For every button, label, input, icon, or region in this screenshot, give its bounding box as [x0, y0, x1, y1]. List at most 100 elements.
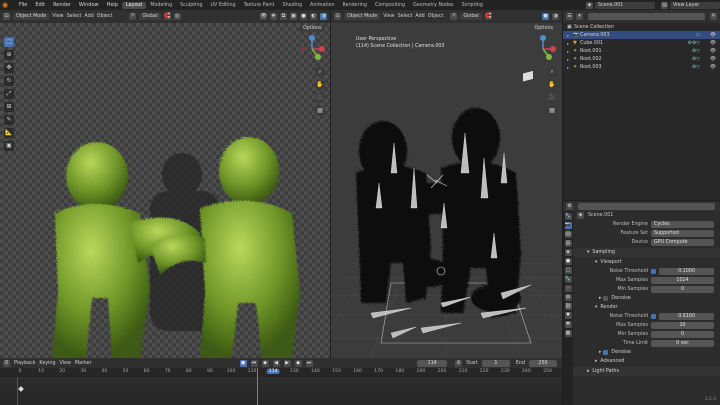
playhead-line[interactable] — [257, 368, 258, 405]
shading-rendered-icon-2[interactable]: ◑ — [552, 13, 559, 20]
viewport-subpanel-header[interactable]: ▾ Viewport — [573, 258, 720, 267]
render-tab-icon[interactable]: 📷 — [564, 222, 572, 229]
viewport-left-rendered[interactable]: ⬚ ⊕ ✥ ↻ ⤢ ⊞ ✎ 📐 ▣ ⌕ ✋ 🎥 ▦ — [0, 23, 330, 358]
outliner-search-input[interactable] — [588, 13, 705, 20]
grid-toggle-icon-2[interactable]: ▦ — [547, 106, 557, 116]
shading-solid-icon[interactable]: ● — [300, 13, 307, 20]
workspace-tab-rendering[interactable]: Rendering — [339, 2, 372, 9]
mode-dropdown[interactable]: Object Mode — [13, 13, 50, 20]
camera-view-icon[interactable]: 🎥 — [315, 93, 325, 103]
r-min-samples-field[interactable]: 0 — [651, 331, 714, 338]
cursor-tool-icon[interactable]: ⊕ — [4, 50, 14, 60]
menu-file[interactable]: File — [15, 2, 31, 8]
snap-icon-2[interactable]: 🧲 — [484, 13, 492, 20]
menu-object-2[interactable]: Object — [428, 14, 444, 19]
vp-max-samples-field[interactable]: 1024 — [651, 277, 714, 284]
view-layer-tab-icon[interactable]: ▤ — [564, 240, 572, 247]
end-frame-field[interactable]: 250 — [529, 359, 557, 367]
annotate-tool-icon[interactable]: ✎ — [4, 115, 14, 125]
eye-icon[interactable]: 👁 — [710, 57, 716, 62]
eye-icon[interactable]: 👁 — [710, 49, 716, 54]
feature-set-dropdown[interactable]: Supported — [651, 230, 714, 237]
physics-tab-icon[interactable]: ◍ — [564, 294, 572, 301]
workspace-tab-layout[interactable]: Layout — [122, 1, 147, 9]
device-dropdown[interactable]: GPU Compute — [651, 239, 714, 246]
light-paths-panel-header[interactable]: ▸ Light Paths — [573, 367, 720, 376]
editor-type-icon-2[interactable]: ⊡ — [334, 13, 341, 20]
orientation-dropdown-2[interactable]: Global — [460, 13, 482, 20]
properties-search-input[interactable] — [578, 202, 715, 210]
measure-tool-icon[interactable]: 📐 — [4, 128, 14, 138]
select-box-tool-icon[interactable]: ⬚ — [4, 37, 14, 47]
r-noise-checkbox[interactable] — [651, 314, 656, 319]
proportional-edit-icon[interactable]: ◎ — [173, 13, 181, 20]
visibility-icon[interactable]: 👁 — [260, 13, 267, 20]
vp-min-samples-field[interactable]: 0 — [651, 286, 714, 293]
xray-icon[interactable]: ▣ — [290, 13, 297, 20]
clock-icon[interactable]: ⏲ — [455, 359, 463, 367]
world-tab-icon[interactable]: ● — [564, 258, 572, 265]
modifier-tab-icon[interactable]: 🔧 — [564, 276, 572, 283]
shading-material-icon[interactable]: ◐ — [310, 13, 317, 20]
rotate-tool-icon[interactable]: ↻ — [4, 76, 14, 86]
vp-noise-field[interactable]: 0.1000 — [659, 268, 714, 275]
workspace-tab-shading[interactable]: Shading — [279, 2, 307, 9]
menu-window[interactable]: Window — [75, 2, 103, 8]
sampling-panel-header[interactable]: ▾ Sampling — [573, 248, 720, 257]
hand-pan-icon[interactable]: ✋ — [315, 80, 325, 90]
properties-editor-icon[interactable]: ⚙ — [566, 202, 573, 210]
options-dropdown-left[interactable]: Options — [300, 25, 325, 32]
shading-solid-icon-2[interactable]: ● — [542, 13, 549, 20]
eye-icon[interactable]: 👁 — [710, 65, 716, 70]
menu-keying[interactable]: Keying — [39, 361, 55, 366]
grid-toggle-icon[interactable]: ▦ — [315, 106, 325, 116]
record-icon[interactable]: ● — [239, 359, 247, 367]
r-noise-field[interactable]: 0.0100 — [659, 313, 714, 320]
workspace-tab-geometry-nodes[interactable]: Geometry Nodes — [409, 2, 457, 9]
hand-pan-icon-2[interactable]: ✋ — [547, 80, 557, 90]
menu-view-timeline[interactable]: View — [60, 361, 71, 366]
timeline-editor-icon[interactable]: ⏱ — [3, 359, 10, 367]
zoom-icon[interactable]: ⌕ — [315, 67, 325, 77]
play-icon[interactable]: ▶ — [283, 359, 291, 367]
navigation-gizmo[interactable] — [298, 35, 326, 63]
vp-denoise-subpanel[interactable]: ▸ Denoise — [573, 294, 720, 303]
outliner-row-root3[interactable]: ▸ ✦ Root.003 ⚙▽ 👁 — [563, 63, 720, 71]
filter-icon[interactable]: ▾ — [576, 13, 583, 20]
particles-tab-icon[interactable]: ⁘ — [564, 285, 572, 292]
eye-icon[interactable]: 👁 — [710, 41, 716, 46]
render-engine-dropdown[interactable]: Cycles — [651, 221, 714, 228]
funnel-icon[interactable]: ⚲ — [710, 13, 717, 20]
menu-object[interactable]: Object — [97, 14, 113, 19]
editor-type-icon[interactable]: ⊡ — [3, 13, 10, 20]
menu-select[interactable]: Select — [67, 14, 82, 19]
menu-add[interactable]: Add — [84, 14, 93, 19]
zoom-icon-2[interactable]: ⌕ — [547, 67, 557, 77]
move-tool-icon[interactable]: ✥ — [4, 63, 14, 73]
menu-edit[interactable]: Edit — [31, 2, 49, 8]
workspace-tab-compositing[interactable]: Compositing — [371, 2, 409, 9]
workspace-tab-animation[interactable]: Animation — [306, 2, 338, 9]
overlay-icon[interactable]: ⧉ — [280, 13, 287, 20]
menu-render[interactable]: Render — [49, 2, 75, 8]
data-tab-icon[interactable]: ▼ — [564, 312, 572, 319]
advanced-subpanel-header[interactable]: ▸ Advanced — [573, 357, 720, 366]
shading-rendered-icon[interactable]: ◑ — [320, 13, 327, 20]
start-frame-field[interactable]: 1 — [481, 359, 510, 367]
scene-tab-icon[interactable]: ◈ — [564, 249, 572, 256]
material-tab-icon[interactable]: ◓ — [564, 321, 572, 328]
transform-orientation-icon[interactable]: ⤧ — [129, 13, 137, 20]
outliner-editor-icon[interactable]: ☰ — [566, 13, 573, 20]
vp-denoise-checkbox[interactable] — [603, 296, 609, 301]
r-denoise-checkbox[interactable] — [603, 350, 609, 355]
view-layer-selector[interactable]: View Layer — [670, 1, 720, 9]
eye-icon[interactable]: 👁 — [710, 33, 716, 38]
workspace-tab-sculpting[interactable]: Sculpting — [176, 2, 206, 9]
menu-view[interactable]: View — [52, 14, 63, 19]
outliner-row-camera[interactable]: ▸ 📷 Camera.003 ▭ 👁 — [563, 31, 720, 39]
workspace-tab-texture-paint[interactable]: Texture Paint — [240, 2, 279, 9]
workspace-tab-uv-editing[interactable]: UV Editing — [207, 2, 240, 9]
snap-icon[interactable]: 🧲 — [163, 13, 171, 20]
menu-help[interactable]: Help — [103, 2, 122, 8]
next-key-icon[interactable]: ◆ — [294, 359, 302, 367]
